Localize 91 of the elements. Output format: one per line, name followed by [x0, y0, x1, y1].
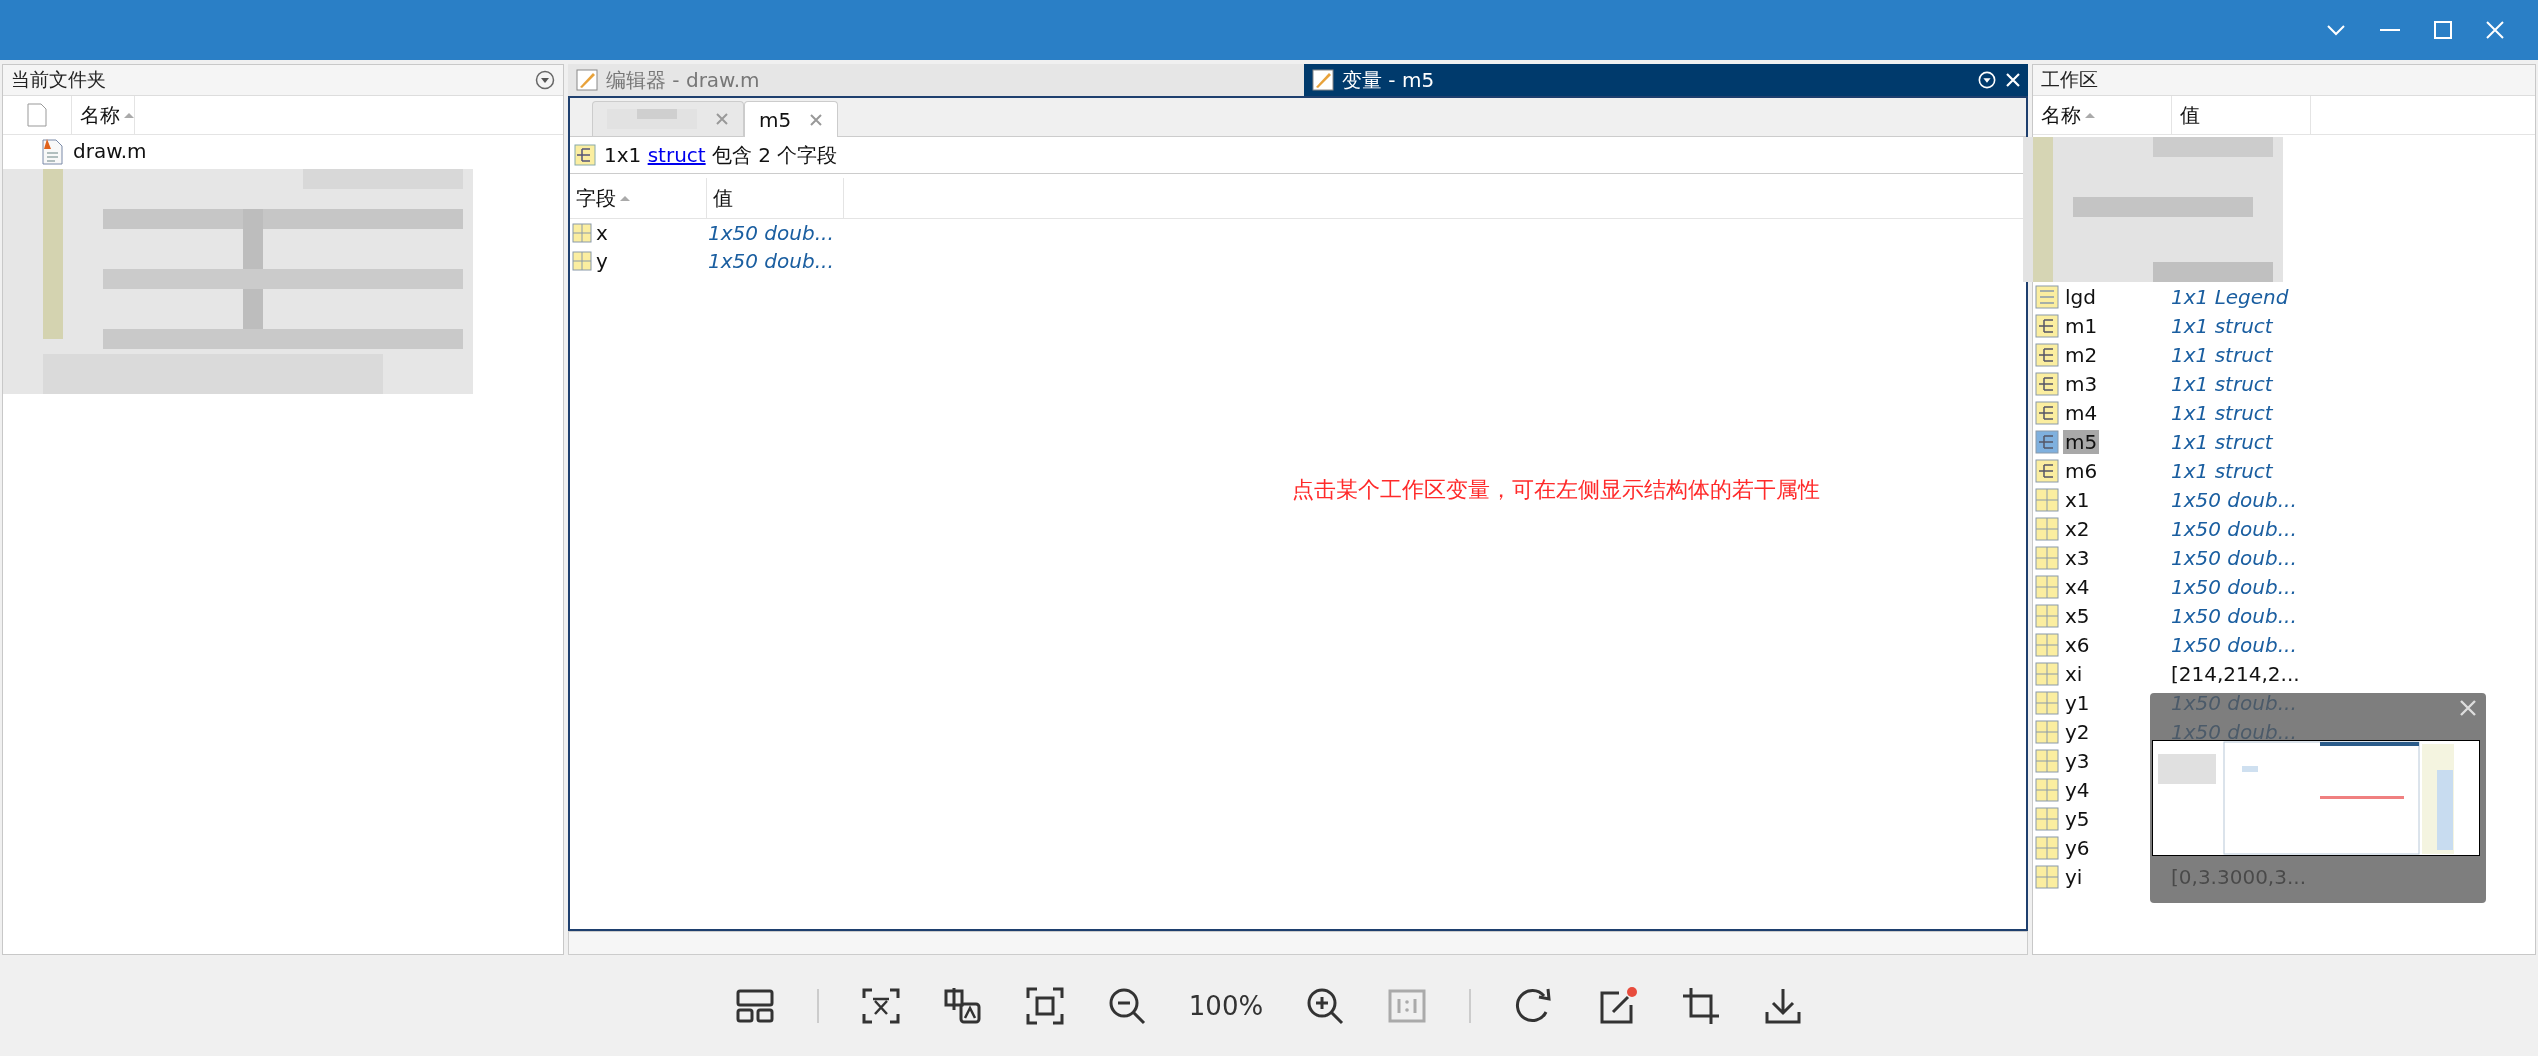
matrix-icon: [2035, 516, 2059, 541]
variable-name[interactable]: lgd: [2063, 284, 2098, 309]
column-header[interactable]: 值: [707, 178, 844, 218]
field-name: x: [596, 221, 608, 245]
object-icon: [2035, 284, 2059, 309]
variable-value: 1x50 doub...: [2170, 574, 2298, 599]
column-header[interactable]: 值: [2172, 96, 2311, 134]
variable-value: 1x1 struct: [2170, 429, 2274, 454]
panel-title: 当前文件夹: [11, 67, 106, 92]
variable-value: 1x1 struct: [2170, 371, 2274, 396]
variable-value: 1x1 struct: [2170, 342, 2274, 367]
annotation-text: 点击某个工作区变量，可在左侧显示结构体的若干属性: [1292, 476, 1821, 504]
variable-value: 1x1 struct: [2170, 400, 2274, 425]
variable-name[interactable]: x6: [2063, 632, 2092, 657]
editor-tab[interactable]: 编辑器 - draw.m: [568, 64, 1304, 96]
variable-name[interactable]: y4: [2063, 777, 2092, 802]
struct-icon: [2035, 342, 2059, 367]
file-icon: [27, 103, 47, 127]
file-name[interactable]: draw.m: [73, 139, 147, 163]
struct-icon: [2035, 371, 2059, 396]
matrix-icon: [2035, 864, 2059, 889]
struct-link[interactable]: struct: [647, 142, 706, 167]
layout-icon[interactable]: [734, 987, 775, 1024]
variable-name[interactable]: x4: [2063, 574, 2092, 599]
variable-name[interactable]: y3: [2063, 748, 2092, 773]
variable-name[interactable]: m5: [2063, 429, 2100, 454]
zoom-level: 100%: [1188, 990, 1264, 1021]
field-value: 1x50 doub...: [707, 249, 835, 273]
struct-icon: [2035, 313, 2059, 338]
matrix-icon: [2035, 574, 2059, 599]
variable-name[interactable]: x3: [2063, 545, 2092, 570]
variable-value: 1x1 struct: [2170, 458, 2274, 483]
fit-screen-icon[interactable]: [1024, 985, 1065, 1026]
variable-value: 1x50 doub...: [2170, 545, 2298, 570]
column-header[interactable]: 名称: [2033, 96, 2172, 134]
matrix-icon: [2035, 603, 2059, 628]
variable-name[interactable]: m4: [2063, 400, 2100, 425]
field-name: y: [596, 249, 608, 273]
struct-icon: [2035, 429, 2059, 454]
text-recognize-icon[interactable]: [860, 986, 901, 1025]
variable-name[interactable]: xi: [2063, 661, 2085, 686]
struct-summary: 1x1 struct 包含 2 个字段: [604, 141, 838, 169]
minimize-icon[interactable]: [2380, 28, 2400, 32]
script-file-icon: [39, 137, 65, 165]
variable-name[interactable]: m1: [2063, 313, 2100, 338]
pencil-icon: [1312, 69, 1334, 91]
variable-name[interactable]: m2: [2063, 342, 2100, 367]
variable-value: 1x50 doub...: [2170, 516, 2298, 541]
variable-value: 1x1 Legend: [2170, 284, 2290, 309]
matrix-icon: [2035, 690, 2059, 715]
matrix-icon: [572, 223, 592, 243]
matrix-icon: [2035, 748, 2059, 773]
chevron-icon[interactable]: [2326, 24, 2346, 36]
dropdown-icon[interactable]: [535, 70, 555, 90]
matrix-icon: [2035, 719, 2059, 744]
variable-value: 1x50 doub...: [2170, 603, 2298, 628]
variable-value: [214,214,2...: [2170, 661, 2301, 686]
column-header[interactable]: 字段: [570, 178, 707, 218]
translate-icon[interactable]: [942, 985, 983, 1026]
variable-name[interactable]: y5: [2063, 806, 2092, 831]
variable-value: 1x50 doub...: [2170, 632, 2298, 657]
panel-title: 工作区: [2041, 67, 2098, 92]
column-header[interactable]: 名称: [72, 96, 135, 134]
variable-name[interactable]: x5: [2063, 603, 2092, 628]
variable-value: 1x1 struct: [2170, 313, 2274, 338]
matrix-icon: [2035, 777, 2059, 802]
variable-name[interactable]: yi: [2063, 864, 2085, 889]
variable-name[interactable]: y6: [2063, 835, 2092, 860]
matrix-icon: [572, 251, 592, 271]
variable-name[interactable]: m6: [2063, 458, 2100, 483]
matrix-icon: [2035, 806, 2059, 831]
matrix-icon: [2035, 632, 2059, 657]
struct-icon: [2035, 400, 2059, 425]
variable-name[interactable]: y1: [2063, 690, 2092, 715]
matrix-icon: [2035, 545, 2059, 570]
matrix-icon: [2035, 487, 2059, 512]
field-value: 1x50 doub...: [707, 221, 835, 245]
variable-name[interactable]: y2: [2063, 719, 2092, 744]
variable-name[interactable]: x2: [2063, 516, 2092, 541]
variable-name[interactable]: x1: [2063, 487, 2092, 512]
editor-tab[interactable]: 变量 - m5: [1304, 64, 1978, 96]
document-tab[interactable]: m5: [744, 101, 839, 137]
struct-icon: [574, 144, 596, 166]
crop-icon[interactable]: [1681, 985, 1722, 1026]
pencil-icon: [576, 69, 598, 91]
struct-icon: [2035, 458, 2059, 483]
variable-name[interactable]: m3: [2063, 371, 2100, 396]
matrix-icon: [2035, 835, 2059, 860]
variable-value: 1x50 doub...: [2170, 487, 2298, 512]
matrix-icon: [2035, 661, 2059, 686]
maximize-icon[interactable]: [2434, 21, 2452, 39]
